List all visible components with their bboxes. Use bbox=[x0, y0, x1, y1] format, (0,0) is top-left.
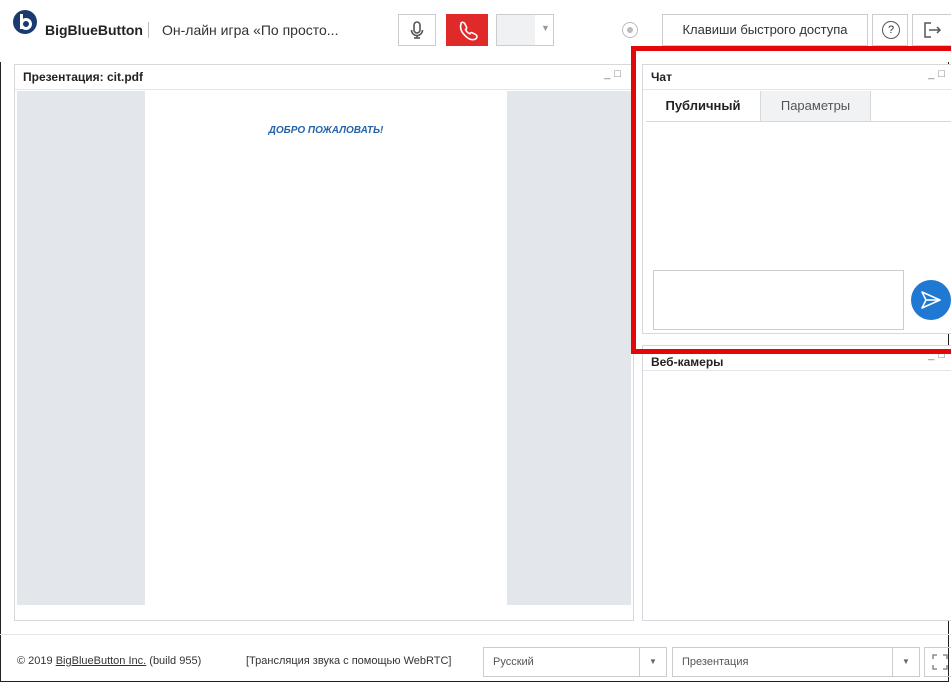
maximize-icon[interactable]: □ bbox=[614, 68, 625, 80]
top-toolbar: BigBlueButton Он-лайн игра «По просто...… bbox=[0, 0, 951, 62]
minimize-icon[interactable]: _ bbox=[604, 68, 614, 80]
language-value: Русский bbox=[493, 656, 534, 668]
tab-public[interactable]: Публичный bbox=[646, 91, 761, 121]
logout-icon bbox=[924, 22, 942, 38]
window-controls: _□ bbox=[928, 349, 949, 361]
fullscreen-icon bbox=[931, 654, 948, 670]
webcams-header: Веб-камеры _□ bbox=[643, 346, 951, 371]
logout-button[interactable] bbox=[912, 14, 951, 46]
window-controls: _□ bbox=[604, 68, 625, 80]
brand-name: BigBlueButton bbox=[45, 22, 143, 38]
microphone-icon bbox=[410, 21, 424, 39]
layout-select[interactable]: Презентация ▼ bbox=[672, 647, 920, 677]
chat-panel: Чат _□ Публичный Параметры bbox=[642, 64, 951, 334]
footer: © 2019 BigBlueButton Inc. (build 955) [Т… bbox=[0, 634, 951, 685]
presentation-slide[interactable]: ДОБРО ПОЖАЛОВАТЬ! bbox=[145, 91, 507, 605]
chat-tabs: Публичный Параметры bbox=[646, 91, 951, 122]
shortcuts-button[interactable]: Клавиши быстрого доступа bbox=[662, 14, 868, 46]
bigbluebutton-logo-icon bbox=[13, 10, 37, 34]
chat-header: Чат _□ bbox=[643, 65, 951, 90]
copyright-prefix: © 2019 bbox=[17, 655, 56, 667]
presentation-header: Презентация: cit.pdf _□ bbox=[15, 65, 633, 90]
help-icon: ? bbox=[882, 21, 900, 39]
minimize-icon[interactable]: _ bbox=[928, 349, 938, 361]
webcams-title: Веб-камеры bbox=[651, 355, 724, 369]
maximize-icon[interactable]: □ bbox=[938, 68, 949, 80]
audio-note: [Трансляция звука с помощью WebRTC] bbox=[246, 655, 452, 667]
minimize-icon[interactable]: _ bbox=[928, 68, 938, 80]
send-icon bbox=[921, 291, 941, 309]
language-select[interactable]: Русский ▼ bbox=[483, 647, 667, 677]
camera-split-button[interactable]: ▼ bbox=[496, 14, 554, 46]
meeting-title: Он-лайн игра «По просто... bbox=[162, 22, 339, 38]
slide-area: ДОБРО ПОЖАЛОВАТЬ! bbox=[17, 91, 631, 605]
build-info: (build 955) bbox=[146, 655, 202, 667]
camera-button[interactable] bbox=[497, 15, 535, 45]
chevron-down-icon[interactable]: ▼ bbox=[892, 648, 919, 676]
maximize-icon[interactable]: □ bbox=[938, 349, 949, 361]
bigbluebutton-link[interactable]: BigBlueButton Inc. bbox=[56, 655, 147, 667]
copyright: © 2019 BigBlueButton Inc. (build 955) bbox=[17, 655, 201, 667]
phone-icon bbox=[459, 21, 478, 41]
webcams-panel: Веб-камеры _□ bbox=[642, 345, 951, 621]
microphone-button[interactable] bbox=[398, 14, 436, 46]
layout-value: Презентация bbox=[682, 656, 749, 668]
hang-up-button[interactable] bbox=[446, 14, 488, 46]
record-icon[interactable] bbox=[622, 22, 638, 38]
slide-welcome-text: ДОБРО ПОЖАЛОВАТЬ! bbox=[268, 125, 384, 136]
help-button[interactable]: ? bbox=[872, 14, 908, 46]
presentation-title: Презентация: cit.pdf bbox=[23, 70, 143, 84]
chevron-down-icon[interactable]: ▼ bbox=[541, 23, 550, 33]
presentation-panel: Презентация: cit.pdf _□ ДОБРО ПОЖАЛОВАТЬ… bbox=[14, 64, 634, 621]
chat-message-input[interactable] bbox=[653, 270, 904, 330]
fullscreen-button[interactable] bbox=[924, 647, 951, 677]
chat-title: Чат bbox=[651, 70, 672, 84]
chevron-down-icon[interactable]: ▼ bbox=[639, 648, 666, 676]
tab-parameters[interactable]: Параметры bbox=[761, 91, 871, 121]
send-button[interactable] bbox=[911, 280, 951, 320]
toolbar-divider bbox=[148, 22, 149, 38]
window-controls: _□ bbox=[928, 68, 949, 80]
